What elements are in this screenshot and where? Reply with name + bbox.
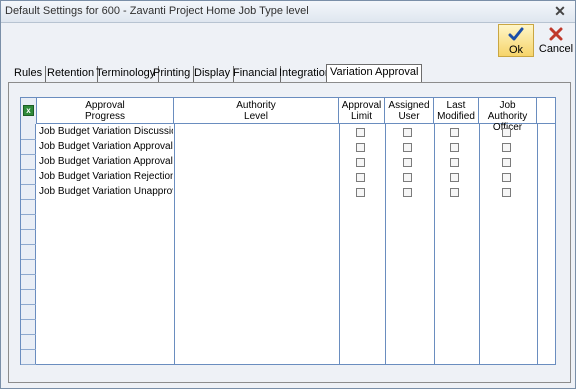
header-approval-limit[interactable]: Approval Limit: [339, 98, 385, 124]
approval-progress-cell: Job Budget Variation Approval: [39, 141, 173, 152]
approval-progress-cell: Job Budget Variation Approval Rec: [39, 156, 173, 167]
row-header-line: [21, 229, 36, 230]
tab-strip: Rules Retention Terminology Printing Dis…: [11, 64, 571, 82]
row-header-line: [21, 169, 36, 170]
row-header-line: [21, 154, 36, 155]
assigned-user-checkbox[interactable]: [403, 158, 412, 167]
ok-label: Ok: [508, 44, 524, 56]
grid-header: x Approval Progress Authority Level Appr…: [21, 98, 555, 133]
excel-export-icon[interactable]: x: [23, 105, 34, 116]
assigned-user-checkbox[interactable]: [403, 173, 412, 182]
assigned-user-checkbox[interactable]: [403, 143, 412, 152]
approval-progress-cell: Job Budget Variation Discussion: [39, 126, 173, 137]
header-authority-level[interactable]: Authority Level: [174, 98, 339, 124]
row-header-line: [21, 304, 36, 305]
approval-limit-checkbox[interactable]: [356, 188, 365, 197]
tab-financial[interactable]: Financial: [230, 66, 282, 82]
table-row[interactable]: Job Budget Variation Approval: [37, 140, 555, 155]
cancel-label: Cancel: [538, 43, 574, 55]
last-modified-checkbox[interactable]: [450, 188, 459, 197]
approval-limit-checkbox[interactable]: [356, 143, 365, 152]
row-header-line: [21, 199, 36, 200]
tab-display[interactable]: Display: [191, 66, 235, 82]
header-assigned-user[interactable]: Assigned User: [385, 98, 434, 124]
toolbar: Ok Cancel: [1, 23, 575, 57]
header-line: Job Authority: [487, 100, 528, 122]
tab-rules[interactable]: Rules: [11, 66, 47, 82]
header-line: Progress: [84, 111, 125, 122]
header-line: Approval: [341, 100, 382, 111]
row-header-line: [21, 349, 36, 350]
header-line: Assigned: [388, 100, 430, 111]
header-last-modified[interactable]: Last Modified: [434, 98, 479, 124]
table-row[interactable]: Job Budget Variation Discussion: [37, 125, 555, 140]
table-row[interactable]: Job Budget Variation Unapproval: [37, 185, 555, 200]
header-line: User: [398, 111, 420, 122]
row-header-column: [21, 124, 36, 365]
settings-window: Default Settings for 600 - Zavanti Proje…: [0, 0, 576, 389]
last-modified-checkbox[interactable]: [450, 158, 459, 167]
ok-button[interactable]: Ok: [498, 24, 534, 57]
last-modified-checkbox[interactable]: [450, 128, 459, 137]
x-icon: [538, 25, 574, 43]
check-icon: [499, 26, 533, 44]
table-row[interactable]: Job Budget Variation Approval Rec: [37, 155, 555, 170]
row-header-line: [21, 319, 36, 320]
job-authority-officer-checkbox[interactable]: [502, 143, 511, 152]
last-modified-checkbox[interactable]: [450, 143, 459, 152]
row-header-line: [21, 364, 36, 365]
assigned-user-checkbox[interactable]: [403, 188, 412, 197]
tab-variation-approval[interactable]: Variation Approval: [326, 64, 423, 82]
approval-grid: x Approval Progress Authority Level Appr…: [20, 97, 556, 365]
header-line: Last: [446, 100, 466, 111]
header-line: Limit: [350, 111, 373, 122]
row-header-line: [21, 139, 36, 140]
approval-limit-checkbox[interactable]: [356, 158, 365, 167]
header-job-authority-officer[interactable]: Job Authority Officer: [479, 98, 537, 133]
assigned-user-checkbox[interactable]: [403, 128, 412, 137]
last-modified-checkbox[interactable]: [450, 173, 459, 182]
row-header-line: [21, 334, 36, 335]
tab-retention[interactable]: Retention: [44, 66, 99, 82]
header-approval-progress[interactable]: Approval Progress: [37, 98, 174, 124]
approval-progress-cell: Job Budget Variation Rejection: [39, 171, 173, 182]
approval-limit-checkbox[interactable]: [356, 128, 365, 137]
close-icon[interactable]: ✕: [553, 3, 567, 19]
title-bar: Default Settings for 600 - Zavanti Proje…: [1, 1, 575, 23]
header-line: Approval: [85, 100, 125, 111]
approval-limit-checkbox[interactable]: [356, 173, 365, 182]
row-header-line: [21, 244, 36, 245]
row-header-line: [21, 289, 36, 290]
header-line: Authority: [236, 100, 276, 111]
row-header-line: [21, 184, 36, 185]
row-header-line: [21, 274, 36, 275]
approval-progress-cell: Job Budget Variation Unapproval: [39, 186, 173, 197]
row-header-line: [21, 259, 36, 260]
header-line: Modified: [437, 111, 475, 122]
cancel-button[interactable]: Cancel: [538, 24, 574, 57]
job-authority-officer-checkbox[interactable]: [502, 158, 511, 167]
header-line: Level: [244, 111, 268, 122]
job-authority-officer-checkbox[interactable]: [502, 173, 511, 182]
tab-printing[interactable]: Printing: [150, 66, 195, 82]
job-authority-officer-checkbox[interactable]: [502, 128, 511, 137]
window-title: Default Settings for 600 - Zavanti Proje…: [5, 5, 309, 17]
job-authority-officer-checkbox[interactable]: [502, 188, 511, 197]
row-header-line: [21, 214, 36, 215]
grid-corner: x: [21, 98, 37, 124]
table-row[interactable]: Job Budget Variation Rejection: [37, 170, 555, 185]
